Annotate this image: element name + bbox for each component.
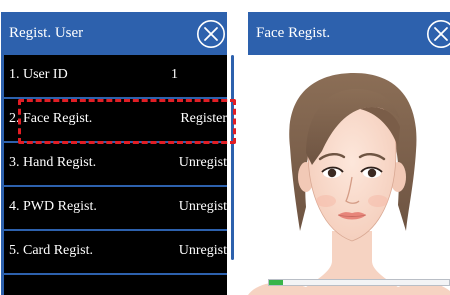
menu-item-face-regist[interactable]: 2. Face Regist. Register <box>4 99 227 141</box>
menu-item-value: Unregist <box>178 243 227 258</box>
menu-item-label: 3. Hand Regist. <box>9 155 97 170</box>
face-capture-area <box>248 55 450 295</box>
user-registration-screen: Regist. User 1. User ID 1 2. Face Regist… <box>1 12 227 295</box>
face-illustration <box>248 73 450 295</box>
menu-item-label: 2. Face Regist. <box>9 111 93 126</box>
menu-item-value: Unregist <box>178 199 227 214</box>
menu-item-user-id[interactable]: 1. User ID 1 <box>4 55 227 97</box>
menu-item-label: 1. User ID <box>9 67 68 82</box>
menu-item-label: 5. Card Regist. <box>9 243 93 258</box>
menu-scrollbar[interactable] <box>231 55 234 260</box>
screen-title-bar: Regist. User <box>1 12 227 55</box>
menu-item-value: Register <box>180 111 227 126</box>
close-button[interactable] <box>426 19 450 49</box>
menu-item-pwd-regist[interactable]: 4. PWD Regist. Unregist <box>4 187 227 229</box>
menu-item-value: 1 <box>171 67 178 82</box>
screen-title: Regist. User <box>9 25 84 41</box>
progress-fill <box>269 280 284 285</box>
menu-item-hand-regist[interactable]: 3. Hand Regist. Unregist <box>4 143 227 185</box>
menu-item-value: Unregist <box>178 155 227 170</box>
face-registration-screen: Face Regist. <box>248 12 450 295</box>
row-divider <box>4 273 227 275</box>
close-circle-icon <box>197 20 225 48</box>
registration-menu: 1. User ID 1 2. Face Regist. Register 3.… <box>4 55 227 295</box>
screen-title: Face Regist. <box>256 25 331 41</box>
menu-item-card-regist[interactable]: 5. Card Regist. Unregist <box>4 231 227 273</box>
registration-progress-bar <box>268 279 450 286</box>
screen-title-bar: Face Regist. <box>248 12 450 55</box>
close-button[interactable] <box>196 19 226 49</box>
menu-item-label: 4. PWD Regist. <box>9 199 97 214</box>
close-circle-icon <box>427 20 450 48</box>
